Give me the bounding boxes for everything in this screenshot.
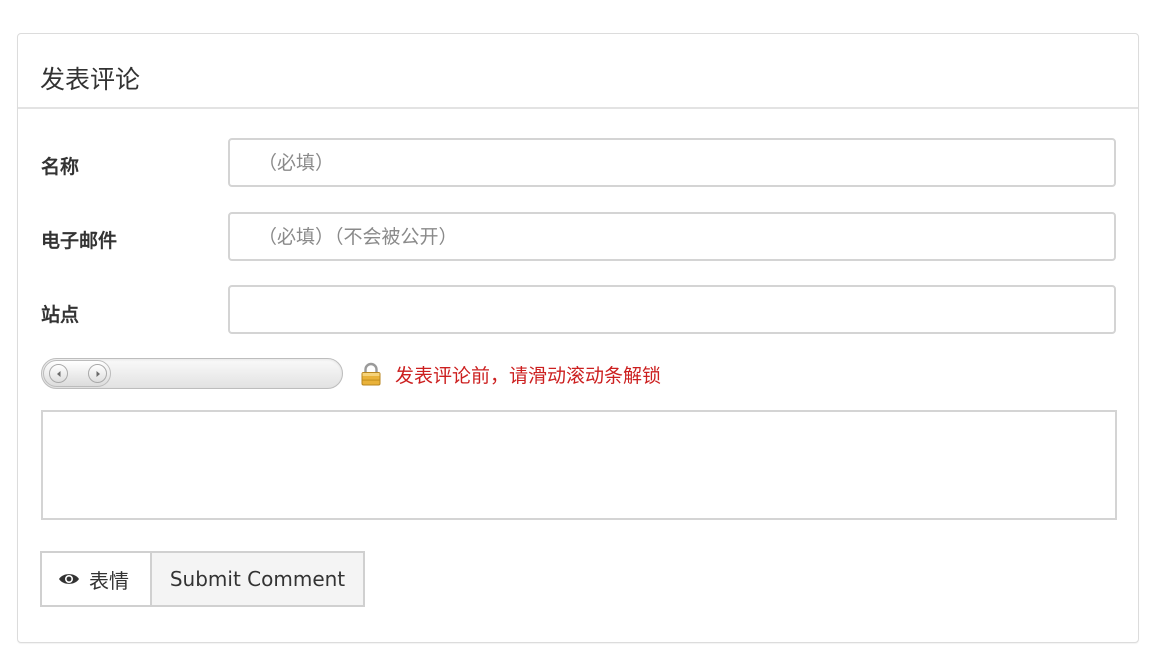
submit-comment-button[interactable]: Submit Comment — [150, 551, 365, 607]
unlock-slider-track[interactable] — [41, 358, 343, 389]
unlock-instruction: 发表评论前，请滑动滚动条解锁 — [395, 365, 662, 387]
comment-textarea[interactable] — [41, 410, 1117, 520]
panel-heading: 发表评论 — [18, 34, 1138, 109]
arrow-right-icon — [88, 364, 107, 383]
email-input[interactable] — [228, 212, 1116, 261]
arrow-left-icon — [49, 364, 68, 383]
site-label: 站点 — [41, 304, 80, 326]
emoji-button-label: 表情 — [89, 568, 129, 593]
site-input[interactable] — [228, 285, 1116, 334]
email-label: 电子邮件 — [41, 230, 118, 252]
eye-icon — [58, 567, 80, 591]
panel-title: 发表评论 — [40, 65, 141, 94]
comment-actions: 表情 Submit Comment — [40, 551, 365, 607]
emoji-button[interactable]: 表情 — [40, 551, 152, 607]
name-label: 名称 — [41, 156, 80, 178]
comment-panel: 发表评论 名称 电子邮件 站点 发表评论前，请滑动滚动条解锁 — [17, 33, 1139, 643]
name-input[interactable] — [228, 138, 1116, 187]
unlock-slider-handle[interactable] — [43, 360, 111, 387]
lock-icon — [360, 362, 382, 390]
